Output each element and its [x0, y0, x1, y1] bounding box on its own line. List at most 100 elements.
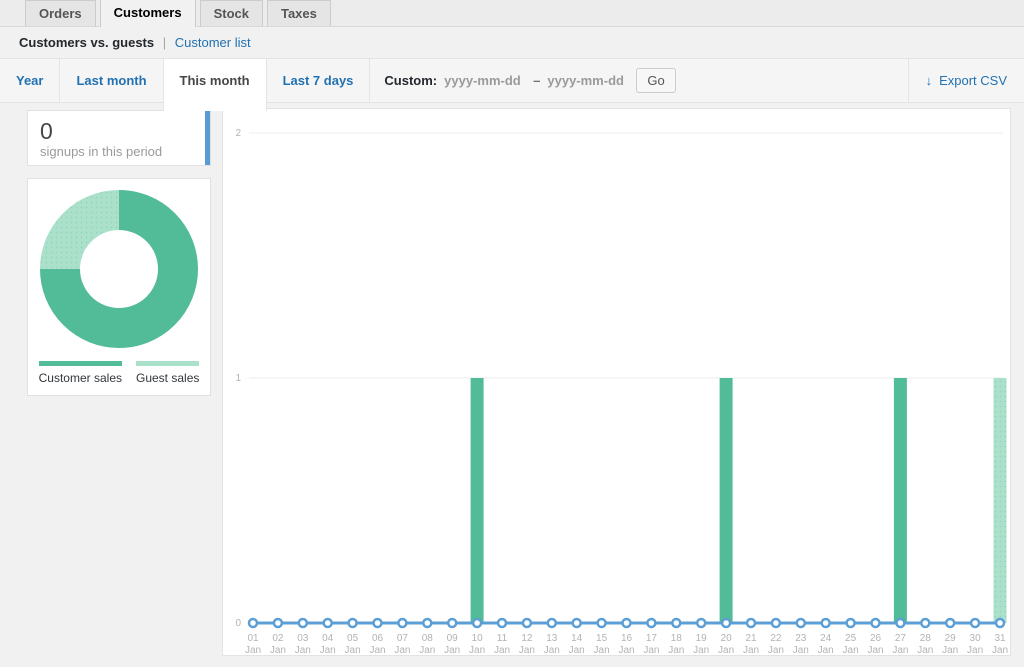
- customer-list-link[interactable]: Customer list: [175, 35, 251, 50]
- signups-label: signups in this period: [40, 144, 198, 159]
- x-tick-month: Jan: [469, 645, 485, 655]
- date-range-dash: –: [533, 73, 540, 88]
- x-tick-month: Jan: [618, 645, 634, 655]
- x-tick-month: Jan: [594, 645, 610, 655]
- x-tick-day: 15: [596, 633, 608, 644]
- marker-signups-22: [772, 619, 780, 627]
- report-subnav: Customers vs. guests | Customer list: [19, 35, 251, 50]
- legend-customer-sales: Customer sales: [39, 361, 122, 385]
- x-tick-month: Jan: [718, 645, 734, 655]
- x-tick-day: 16: [621, 633, 633, 644]
- x-tick-day: 26: [870, 633, 882, 644]
- export-csv-button[interactable]: ↓ Export CSV: [908, 59, 1024, 102]
- x-tick-day: 11: [497, 633, 508, 644]
- range-last-7-days[interactable]: Last 7 days: [267, 59, 371, 102]
- x-tick-month: Jan: [818, 645, 834, 655]
- marker-signups-18: [672, 619, 680, 627]
- x-tick-day: 13: [546, 633, 558, 644]
- marker-signups-24: [822, 619, 830, 627]
- marker-signups-11: [498, 619, 506, 627]
- x-tick-day: 24: [820, 633, 832, 644]
- x-tick-month: Jan: [768, 645, 784, 655]
- x-tick-month: Jan: [743, 645, 759, 655]
- x-tick-month: Jan: [494, 645, 510, 655]
- x-tick-day: 29: [945, 633, 957, 644]
- x-tick-month: Jan: [693, 645, 709, 655]
- marker-signups-28: [921, 619, 929, 627]
- signups-count: 0: [40, 118, 198, 144]
- x-tick-month: Jan: [967, 645, 983, 655]
- range-last-month[interactable]: Last month: [60, 59, 163, 102]
- marker-signups-26: [872, 619, 880, 627]
- go-button[interactable]: Go: [636, 68, 675, 93]
- x-tick-month: Jan: [394, 645, 410, 655]
- x-tick-day: 05: [347, 633, 359, 644]
- tab-stock[interactable]: Stock: [200, 0, 263, 26]
- donut-chart: [28, 189, 210, 351]
- x-tick-day: 04: [322, 633, 334, 644]
- x-tick-day: 19: [696, 633, 708, 644]
- marker-signups-07: [398, 619, 406, 627]
- x-tick-day: 12: [521, 633, 533, 644]
- x-tick-day: 03: [297, 633, 309, 644]
- report-tabs: OrdersCustomersStockTaxes: [0, 0, 1024, 27]
- x-tick-month: Jan: [369, 645, 385, 655]
- x-tick-month: Jan: [544, 645, 560, 655]
- range-this-month[interactable]: This month: [163, 59, 267, 111]
- x-tick-day: 06: [372, 633, 384, 644]
- marker-signups-16: [623, 619, 631, 627]
- x-tick-day: 23: [795, 633, 807, 644]
- marker-signups-03: [299, 619, 307, 627]
- custom-label: Custom:: [384, 73, 437, 88]
- custom-range: Custom: – Go: [370, 59, 689, 102]
- x-tick-month: Jan: [444, 645, 460, 655]
- tab-customers[interactable]: Customers: [100, 0, 196, 27]
- range-year[interactable]: Year: [0, 59, 60, 102]
- x-tick-month: Jan: [892, 645, 908, 655]
- x-tick-day: 07: [397, 633, 409, 644]
- x-tick-month: Jan: [643, 645, 659, 655]
- marker-signups-09: [448, 619, 456, 627]
- bar-customer-sales-27: [894, 378, 907, 623]
- marker-signups-08: [423, 619, 431, 627]
- x-tick-month: Jan: [320, 645, 336, 655]
- x-tick-month: Jan: [867, 645, 883, 655]
- x-tick-month: Jan: [569, 645, 585, 655]
- marker-signups-29: [946, 619, 954, 627]
- x-tick-day: 09: [447, 633, 459, 644]
- x-tick-day: 20: [721, 633, 733, 644]
- x-tick-day: 30: [970, 633, 982, 644]
- x-tick-day: 14: [571, 633, 583, 644]
- x-tick-day: 31: [994, 633, 1006, 644]
- bar-customer-sales-20: [720, 378, 733, 623]
- x-tick-month: Jan: [519, 645, 535, 655]
- marker-signups-30: [971, 619, 979, 627]
- y-tick-label: 2: [235, 128, 241, 139]
- marker-signups-19: [697, 619, 705, 627]
- marker-signups-25: [847, 619, 855, 627]
- x-tick-month: Jan: [793, 645, 809, 655]
- x-tick-day: 02: [272, 633, 284, 644]
- marker-signups-23: [797, 619, 805, 627]
- marker-signups-02: [274, 619, 282, 627]
- x-tick-day: 17: [646, 633, 658, 644]
- signups-card: 0 signups in this period: [27, 110, 211, 166]
- x-tick-month: Jan: [843, 645, 859, 655]
- range-filters: YearLast monthThis monthLast 7 days: [0, 59, 370, 102]
- marker-signups-04: [324, 619, 332, 627]
- date-from-input[interactable]: [444, 73, 526, 88]
- signups-accent-bar: [205, 111, 210, 165]
- marker-signups-06: [374, 619, 382, 627]
- x-tick-day: 27: [895, 633, 907, 644]
- page-title: Customers vs. guests: [19, 35, 154, 50]
- date-to-input[interactable]: [547, 73, 629, 88]
- bar-guest-sales-31: [994, 378, 1007, 623]
- tab-orders[interactable]: Orders: [25, 0, 96, 26]
- subnav-separator: |: [163, 35, 166, 50]
- marker-signups-17: [647, 619, 655, 627]
- donut-legend: Customer salesGuest sales: [28, 361, 210, 385]
- marker-signups-14: [573, 619, 581, 627]
- tab-taxes[interactable]: Taxes: [267, 0, 331, 26]
- marker-signups-21: [747, 619, 755, 627]
- y-tick-label: 1: [235, 373, 241, 384]
